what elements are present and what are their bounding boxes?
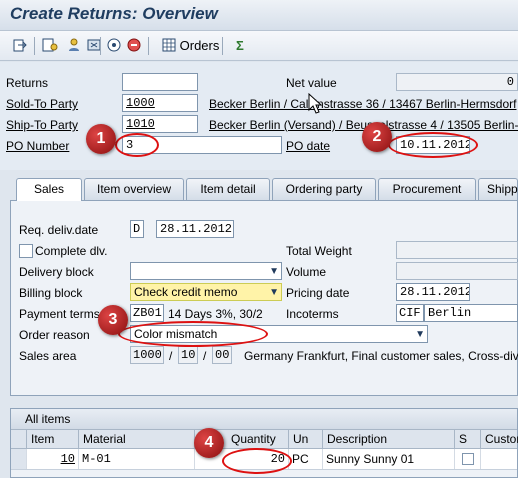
toolbar-separator — [222, 37, 223, 55]
orders-label: Orders — [179, 38, 220, 53]
payment-terms-label: Payment terms — [19, 307, 100, 321]
unit-cell[interactable]: PC — [289, 449, 323, 469]
ship-to-label: Ship-To Party — [6, 118, 79, 132]
sold-to-description: Becker Berlin / Calvinstrasse 36 / 13467… — [209, 97, 517, 111]
callout-badge-2: 2 — [362, 122, 392, 152]
tab-procurement[interactable]: Procurement — [378, 178, 476, 200]
row-selector-header[interactable] — [11, 430, 27, 449]
returns-field[interactable] — [122, 73, 198, 91]
delivery-block-label: Delivery block — [19, 265, 94, 279]
sold-to-field[interactable]: 1000 — [122, 94, 198, 112]
chevron-down-icon: ▼ — [415, 329, 425, 340]
billing-block-dropdown[interactable]: Check credit memo ▼ — [130, 283, 282, 301]
sales-area-label: Sales area — [19, 349, 77, 363]
complete-dlv-label: Complete dlv. — [35, 244, 108, 258]
toolbar-separator — [148, 37, 149, 55]
incoterms-field[interactable]: CIF — [396, 304, 424, 322]
returns-label: Returns — [6, 76, 49, 90]
callout-badge-1: 1 — [86, 124, 116, 154]
sales-area-description: Germany Frankfurt, Final customer sales,… — [244, 349, 518, 363]
conditions-icon[interactable] — [106, 37, 122, 55]
billing-block-label: Billing block — [19, 286, 83, 300]
req-deliv-type-field[interactable]: D — [130, 220, 144, 238]
po-date-label: PO date — [286, 139, 331, 153]
net-value-label: Net value — [286, 76, 337, 90]
header-details-icon[interactable] — [42, 37, 58, 55]
sum-icon[interactable]: Σ — [236, 37, 244, 55]
pricing-date-field[interactable]: 28.11.2012 — [396, 283, 470, 301]
material-cell[interactable]: M-01 — [79, 449, 195, 469]
highlight-ring-quantity — [222, 448, 292, 474]
slash-separator: / — [203, 349, 207, 363]
column-header-unit[interactable]: Un — [289, 430, 323, 449]
order-reason-label: Order reason — [19, 328, 90, 342]
po-number-label: PO Number — [6, 139, 70, 153]
highlight-ring-po-number — [115, 133, 159, 157]
total-weight-field — [396, 241, 518, 259]
items-table-title: All items — [11, 409, 517, 429]
incoterms-label: Incoterms — [286, 307, 339, 321]
toolbar-separator — [100, 37, 101, 55]
tab-sales[interactable]: Sales — [16, 178, 82, 201]
volume-label: Volume — [286, 265, 327, 279]
column-header-material[interactable]: Material — [79, 430, 195, 449]
orders-button[interactable]: Orders — [162, 37, 219, 55]
highlight-ring-order-reason — [118, 321, 268, 347]
title-bar: Create Returns: Overview — [0, 0, 518, 31]
highlight-ring-po-date — [388, 132, 478, 158]
item-number[interactable]: 10 — [27, 449, 79, 469]
tab-strip: Sales Item overview Item detail Ordering… — [0, 178, 518, 201]
page-title: Create Returns: Overview — [10, 4, 218, 23]
tab-item-overview[interactable]: Item overview — [84, 178, 184, 200]
total-weight-label: Total Weight — [286, 244, 352, 258]
tab-item-detail[interactable]: Item detail — [186, 178, 270, 200]
slash-separator: / — [169, 349, 173, 363]
items-table-header: Item Material Quantity Un Description S … — [11, 429, 518, 449]
description-cell[interactable]: Sunny Sunny 01 — [323, 449, 455, 469]
incoterms-place-field[interactable]: Berlin — [424, 304, 518, 322]
customer-cell[interactable] — [481, 449, 518, 469]
chevron-down-icon: ▼ — [269, 266, 279, 277]
payment-terms-field[interactable]: ZB01 — [130, 304, 164, 322]
division-field: 00 — [212, 346, 232, 364]
tab-ordering-party[interactable]: Ordering party — [272, 178, 376, 200]
partner-icon[interactable] — [66, 37, 82, 55]
req-deliv-date-field[interactable]: 28.11.2012 — [156, 220, 234, 238]
volume-field — [396, 262, 518, 280]
complete-dlv-checkbox[interactable] — [19, 244, 33, 258]
column-header-item[interactable]: Item — [27, 430, 79, 449]
callout-badge-4: 4 — [194, 428, 224, 458]
mouse-cursor-icon — [308, 93, 322, 114]
row-selector[interactable] — [11, 449, 27, 469]
s-checkbox[interactable] — [462, 453, 474, 465]
sold-to-label: Sold-To Party — [6, 97, 79, 111]
s-cell — [455, 449, 481, 469]
display-doc-flow-icon[interactable] — [12, 37, 28, 55]
dist-channel-field: 10 — [178, 346, 198, 364]
tab-shipping[interactable]: Shipping — [478, 178, 518, 200]
toolbar-separator — [34, 37, 35, 55]
column-header-s[interactable]: S — [455, 430, 481, 449]
column-header-customer[interactable]: Customer — [481, 430, 518, 449]
net-value-field: 0 — [396, 73, 518, 91]
callout-badge-3: 3 — [98, 305, 128, 335]
application-toolbar: Orders Σ — [0, 31, 518, 114]
req-deliv-label: Req. deliv.date — [19, 223, 99, 237]
ship-to-field[interactable]: 1010 — [122, 115, 198, 133]
sales-org-field: 1000 — [130, 346, 164, 364]
pricing-date-label: Pricing date — [286, 286, 350, 300]
delivery-block-dropdown[interactable]: ▼ — [130, 262, 282, 280]
payment-terms-description: 14 Days 3%, 30/2 — [168, 307, 263, 321]
chevron-down-icon: ▼ — [269, 287, 279, 298]
billing-block-value: Check credit memo — [134, 285, 238, 299]
column-header-description[interactable]: Description — [323, 430, 455, 449]
pricing-icon[interactable] — [126, 37, 142, 55]
